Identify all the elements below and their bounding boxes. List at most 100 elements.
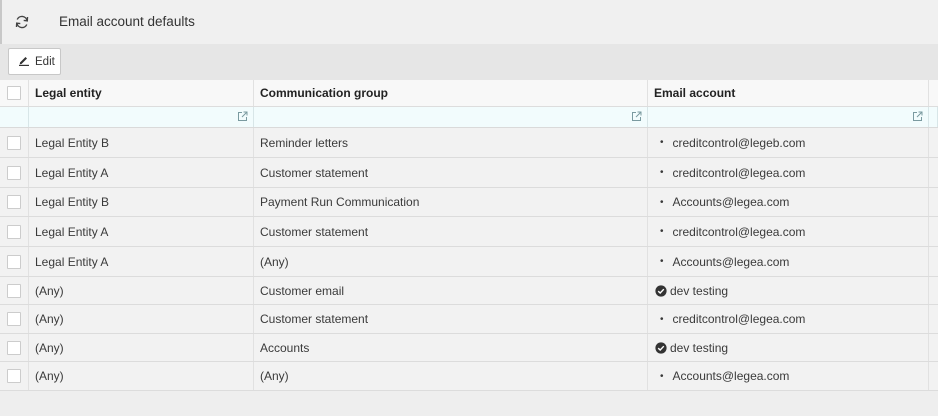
row-spacer xyxy=(929,158,938,187)
cell-communication-group[interactable]: Customer statement xyxy=(254,217,648,246)
row-checkbox[interactable] xyxy=(7,165,21,180)
row-select-cell xyxy=(0,158,29,187)
cell-email-account[interactable]: • Accounts@legea.com xyxy=(648,247,929,276)
cell-communication-group[interactable]: Reminder letters xyxy=(254,128,648,157)
cell-legal-entity[interactable]: Legal Entity B xyxy=(29,188,254,216)
filter-email-account[interactable] xyxy=(648,107,929,127)
row-checkbox[interactable] xyxy=(7,195,21,209)
table-row[interactable]: Legal Entity B Reminder letters • creditcon… xyxy=(0,128,938,158)
email-account-value: dev testing xyxy=(670,340,729,355)
grid-filter-row xyxy=(0,107,938,128)
bullet-icon: • xyxy=(660,313,664,325)
edit-button-label: Edit xyxy=(35,55,55,68)
email-account-value: creditcontrol@legeb.com xyxy=(672,135,806,150)
row-checkbox[interactable] xyxy=(7,340,21,355)
row-select-cell xyxy=(0,188,29,216)
left-accent-bar xyxy=(0,0,2,44)
table-row[interactable]: (Any) Customer statement • creditcontrol@le… xyxy=(0,305,938,334)
cell-email-account[interactable]: dev testing xyxy=(648,277,929,304)
cell-communication-group[interactable]: Payment Run Communication xyxy=(254,188,648,216)
row-select-cell xyxy=(0,128,29,157)
row-spacer xyxy=(929,305,938,333)
row-checkbox[interactable] xyxy=(7,254,21,269)
row-spacer xyxy=(929,247,938,276)
cell-email-account[interactable]: • Accounts@legea.com xyxy=(648,188,929,216)
cell-legal-entity[interactable]: Legal Entity B xyxy=(29,128,254,157)
table-row[interactable]: (Any) Accounts dev testing xyxy=(0,334,938,362)
row-checkbox[interactable] xyxy=(7,224,21,239)
cell-email-account[interactable]: • creditcontrol@legea.com xyxy=(648,217,929,246)
cell-legal-entity[interactable]: Legal Entity A xyxy=(29,217,254,246)
email-account-value: creditcontrol@legea.com xyxy=(672,165,806,180)
grid-header-row: Legal entity Communication group Email a… xyxy=(0,80,938,107)
bullet-icon: • xyxy=(660,226,664,237)
cell-legal-entity[interactable]: (Any) xyxy=(29,362,254,390)
cell-legal-entity[interactable]: (Any) xyxy=(29,305,254,333)
header-spacer xyxy=(929,80,938,106)
row-checkbox[interactable] xyxy=(7,312,21,326)
cell-legal-entity[interactable]: Legal Entity A xyxy=(29,158,254,187)
row-checkbox[interactable] xyxy=(7,135,21,150)
email-account-value: creditcontrol@legea.com xyxy=(672,312,806,326)
cell-email-account[interactable]: • Accounts@legea.com xyxy=(648,362,929,390)
table-row[interactable]: (Any) (Any) • Accounts@legea.com xyxy=(0,362,938,391)
row-checkbox[interactable] xyxy=(7,369,21,383)
page-title: Email account defaults xyxy=(59,14,195,29)
bullet-icon: • xyxy=(660,256,664,267)
bullet-icon: • xyxy=(660,167,664,178)
row-select-cell xyxy=(0,305,29,333)
table-row[interactable]: Legal Entity A Customer statement • creditc… xyxy=(0,217,938,247)
filter-spacer-cell xyxy=(0,107,29,127)
row-select-cell xyxy=(0,247,29,276)
edit-button[interactable]: Edit xyxy=(8,48,61,75)
filter-communication-group[interactable] xyxy=(254,107,648,127)
select-all-cell xyxy=(0,80,29,106)
email-account-value: Accounts@legea.com xyxy=(672,254,790,269)
cell-email-account[interactable]: • creditcontrol@legea.com xyxy=(648,158,929,187)
row-select-cell xyxy=(0,217,29,246)
action-toolbar: Edit xyxy=(0,44,938,80)
row-spacer xyxy=(929,362,938,390)
filter-legal-entity[interactable] xyxy=(29,107,254,127)
table-row[interactable]: Legal Entity A (Any) • Accounts@legea.com xyxy=(0,247,938,277)
row-checkbox[interactable] xyxy=(7,283,21,298)
table-row[interactable]: Legal Entity A Customer statement • creditc… xyxy=(0,158,938,188)
column-header-communication-group[interactable]: Communication group xyxy=(254,80,648,106)
row-spacer xyxy=(929,334,938,361)
row-spacer xyxy=(929,128,938,157)
cell-legal-entity[interactable]: (Any) xyxy=(29,334,254,361)
refresh-icon[interactable] xyxy=(12,12,32,32)
cell-email-account[interactable]: • creditcontrol@legeb.com xyxy=(648,128,929,157)
cell-communication-group[interactable]: Customer email xyxy=(254,277,648,304)
cell-email-account[interactable]: • creditcontrol@legea.com xyxy=(648,305,929,333)
bullet-icon: • xyxy=(660,196,664,208)
cell-communication-group[interactable]: Customer statement xyxy=(254,305,648,333)
table-row[interactable]: Legal Entity B Payment Run Communication •… xyxy=(0,188,938,217)
cell-legal-entity[interactable]: Legal Entity A xyxy=(29,247,254,276)
open-in-new-icon[interactable] xyxy=(631,111,643,123)
select-all-checkbox[interactable] xyxy=(7,86,21,100)
filter-spacer xyxy=(929,107,938,127)
cell-communication-group[interactable]: (Any) xyxy=(254,247,648,276)
cell-communication-group[interactable]: Accounts xyxy=(254,334,648,361)
column-header-legal-entity[interactable]: Legal entity xyxy=(29,80,254,106)
bullet-icon: • xyxy=(660,370,664,382)
check-circle-icon xyxy=(655,341,667,354)
email-account-value: Accounts@legea.com xyxy=(672,195,790,209)
email-account-value: dev testing xyxy=(670,283,729,298)
email-account-value: Accounts@legea.com xyxy=(672,369,790,383)
open-in-new-icon[interactable] xyxy=(237,111,249,123)
cell-email-account[interactable]: dev testing xyxy=(648,334,929,361)
open-in-new-icon[interactable] xyxy=(912,111,924,123)
column-header-email-account[interactable]: Email account xyxy=(648,80,929,106)
cell-communication-group[interactable]: (Any) xyxy=(254,362,648,390)
cell-legal-entity[interactable]: (Any) xyxy=(29,277,254,304)
row-select-cell xyxy=(0,277,29,304)
cell-communication-group[interactable]: Customer statement xyxy=(254,158,648,187)
table-row[interactable]: (Any) Customer email dev testing xyxy=(0,277,938,305)
email-account-value: creditcontrol@legea.com xyxy=(672,224,806,239)
row-select-cell xyxy=(0,362,29,390)
bullet-icon: • xyxy=(660,137,664,148)
row-spacer xyxy=(929,188,938,216)
row-spacer xyxy=(929,217,938,246)
